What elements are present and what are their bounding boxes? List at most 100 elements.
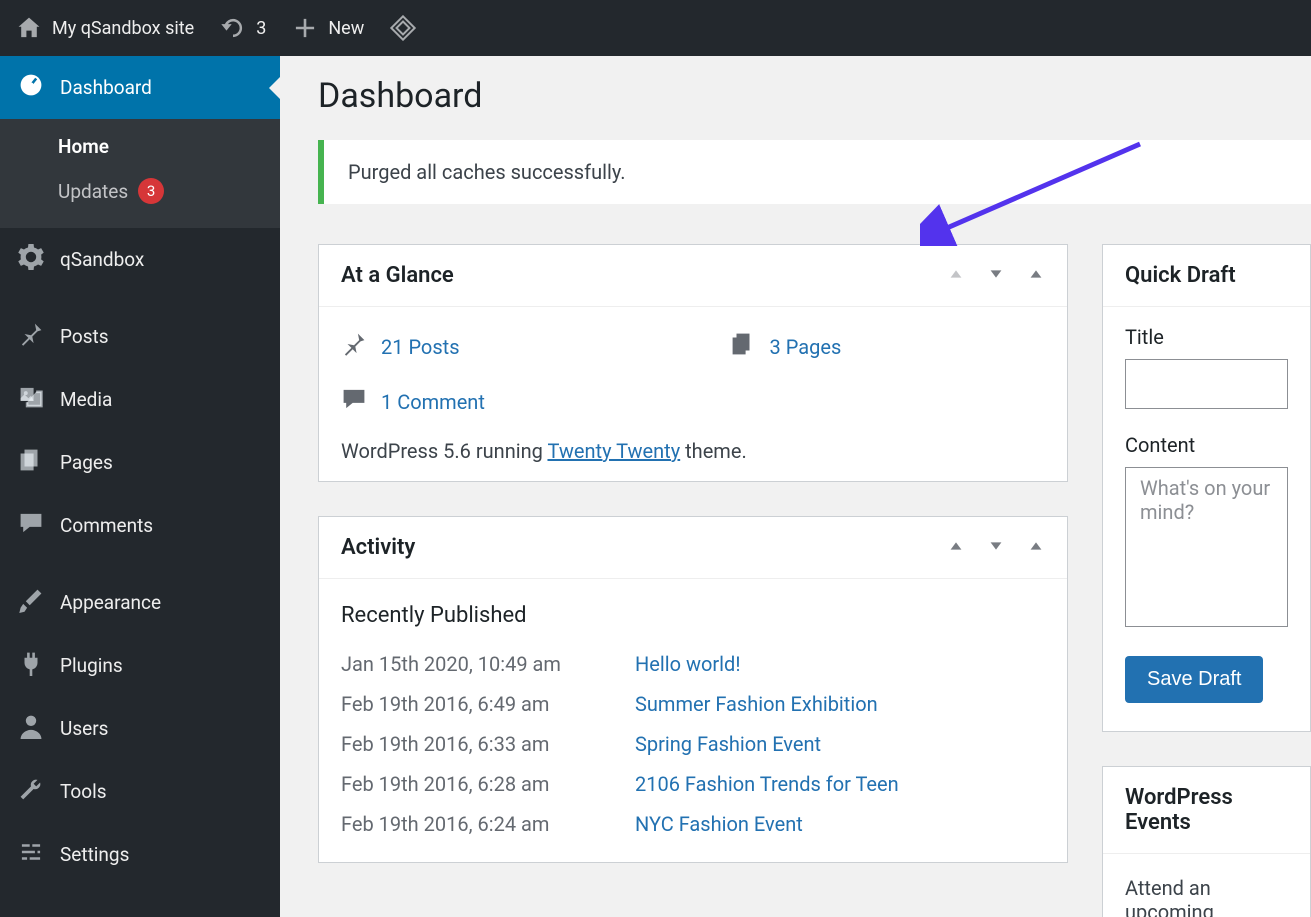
brush-icon bbox=[18, 587, 44, 618]
events-text: Attend an upcoming bbox=[1125, 872, 1288, 917]
widget-quick-draft: Quick Draft Title Content Save Draft bbox=[1102, 244, 1311, 732]
sidebar-item-label: Pages bbox=[60, 451, 113, 474]
sidebar-item-plugins[interactable]: Plugins bbox=[0, 634, 280, 697]
user-icon bbox=[18, 713, 44, 744]
dashboard-icon bbox=[18, 72, 44, 103]
toolbar-new-label: New bbox=[328, 18, 364, 39]
sidebar-item-label: Posts bbox=[60, 325, 109, 348]
sidebar-item-label: Media bbox=[60, 388, 112, 411]
widget-activity: Activity Recently Published Jan 15th 202… bbox=[318, 516, 1068, 863]
plug-icon bbox=[18, 650, 44, 681]
move-up-icon[interactable] bbox=[947, 537, 965, 559]
plus-icon bbox=[292, 15, 318, 41]
wrench-icon bbox=[18, 776, 44, 807]
sidebar-item-pages[interactable]: Pages bbox=[0, 431, 280, 494]
activity-row: Jan 15th 2020, 10:49 am Hello world! bbox=[341, 644, 1045, 684]
admin-toolbar: My qSandbox site 3 New bbox=[0, 0, 1311, 56]
activity-subtitle: Recently Published bbox=[341, 597, 1045, 644]
sidebar-item-label: Users bbox=[60, 717, 108, 740]
toggle-icon[interactable] bbox=[1027, 537, 1045, 559]
sidebar-item-label: Tools bbox=[60, 780, 107, 803]
toolbar-plugin-icon[interactable] bbox=[390, 15, 416, 41]
draft-content-textarea[interactable] bbox=[1125, 467, 1288, 627]
activity-link[interactable]: Summer Fashion Exhibition bbox=[635, 692, 878, 716]
activity-link[interactable]: NYC Fashion Event bbox=[635, 812, 803, 836]
activity-row: Feb 19th 2016, 6:49 am Summer Fashion Ex… bbox=[341, 684, 1045, 724]
activity-link[interactable]: 2106 Fashion Trends for Teen bbox=[635, 772, 899, 796]
admin-sidebar: Dashboard Home Updates 3 qSandbox Posts bbox=[0, 56, 280, 917]
move-down-icon[interactable] bbox=[987, 537, 1005, 559]
success-notice: Purged all caches successfully. bbox=[318, 140, 1311, 204]
activity-date: Feb 19th 2016, 6:33 am bbox=[341, 732, 611, 756]
glance-posts[interactable]: 21 Posts bbox=[341, 331, 460, 362]
move-up-icon[interactable] bbox=[947, 265, 965, 287]
save-draft-button[interactable]: Save Draft bbox=[1125, 656, 1263, 703]
sidebar-item-label: Plugins bbox=[60, 654, 123, 677]
sidebar-sub-home[interactable]: Home bbox=[0, 125, 280, 168]
move-down-icon[interactable] bbox=[987, 265, 1005, 287]
title-label: Title bbox=[1125, 325, 1288, 349]
diamond-icon bbox=[390, 15, 416, 41]
sidebar-item-label: qSandbox bbox=[60, 248, 144, 271]
toolbar-updates-count: 3 bbox=[256, 18, 266, 39]
sidebar-item-media[interactable]: Media bbox=[0, 368, 280, 431]
dashboard-submenu: Home Updates 3 bbox=[0, 119, 280, 228]
media-icon bbox=[18, 384, 44, 415]
wordpress-version-line: WordPress 5.6 running Twenty Twenty them… bbox=[341, 417, 1045, 463]
pages-icon bbox=[730, 331, 756, 362]
theme-link[interactable]: Twenty Twenty bbox=[547, 439, 680, 463]
comment-icon bbox=[18, 510, 44, 541]
widget-title: At a Glance bbox=[341, 263, 454, 288]
activity-link[interactable]: Spring Fashion Event bbox=[635, 732, 821, 756]
updates-badge: 3 bbox=[138, 178, 164, 204]
activity-link[interactable]: Hello world! bbox=[635, 652, 740, 676]
sidebar-item-posts[interactable]: Posts bbox=[0, 305, 280, 368]
sidebar-item-label: Comments bbox=[60, 514, 153, 537]
sidebar-item-label: Settings bbox=[60, 843, 129, 866]
pages-icon bbox=[18, 447, 44, 478]
toolbar-new[interactable]: New bbox=[292, 15, 364, 41]
main-content: Dashboard Purged all caches successfully… bbox=[280, 56, 1311, 917]
sidebar-item-users[interactable]: Users bbox=[0, 697, 280, 760]
widget-events: WordPress Events Attend an upcoming bbox=[1102, 766, 1311, 917]
sidebar-item-dashboard-label: Dashboard bbox=[60, 76, 152, 99]
pin-icon bbox=[341, 331, 367, 362]
toolbar-sitename-label: My qSandbox site bbox=[52, 18, 194, 39]
activity-date: Jan 15th 2020, 10:49 am bbox=[341, 652, 611, 676]
activity-row: Feb 19th 2016, 6:28 am 2106 Fashion Tren… bbox=[341, 764, 1045, 804]
glance-comments[interactable]: 1 Comment bbox=[341, 386, 1045, 417]
widget-title: Activity bbox=[341, 535, 415, 560]
widget-title: Quick Draft bbox=[1125, 263, 1236, 288]
activity-date: Feb 19th 2016, 6:28 am bbox=[341, 772, 611, 796]
sidebar-item-qsandbox[interactable]: qSandbox bbox=[0, 228, 280, 291]
widget-at-a-glance: At a Glance 21 Posts bbox=[318, 244, 1068, 482]
widget-title: WordPress Events bbox=[1125, 785, 1288, 835]
comment-icon bbox=[341, 386, 367, 417]
sidebar-item-tools[interactable]: Tools bbox=[0, 760, 280, 823]
pin-icon bbox=[18, 321, 44, 352]
activity-row: Feb 19th 2016, 6:33 am Spring Fashion Ev… bbox=[341, 724, 1045, 764]
content-label: Content bbox=[1125, 433, 1288, 457]
sidebar-item-comments[interactable]: Comments bbox=[0, 494, 280, 557]
widget-order-controls bbox=[947, 537, 1045, 559]
sidebar-item-label: Appearance bbox=[60, 591, 161, 614]
sidebar-item-appearance[interactable]: Appearance bbox=[0, 571, 280, 634]
toggle-icon[interactable] bbox=[1027, 265, 1045, 287]
activity-row: Feb 19th 2016, 6:24 am NYC Fashion Event bbox=[341, 804, 1045, 844]
toolbar-updates[interactable]: 3 bbox=[220, 15, 266, 41]
sidebar-sub-updates[interactable]: Updates 3 bbox=[0, 168, 280, 214]
sliders-icon bbox=[18, 839, 44, 870]
gear-icon bbox=[18, 244, 44, 275]
home-icon bbox=[16, 15, 42, 41]
activity-date: Feb 19th 2016, 6:24 am bbox=[341, 812, 611, 836]
toolbar-sitename[interactable]: My qSandbox site bbox=[16, 15, 194, 41]
sidebar-item-settings[interactable]: Settings bbox=[0, 823, 280, 886]
notice-text: Purged all caches successfully. bbox=[348, 160, 626, 184]
glance-pages[interactable]: 3 Pages bbox=[730, 331, 842, 362]
widget-order-controls bbox=[947, 265, 1045, 287]
activity-date: Feb 19th 2016, 6:49 am bbox=[341, 692, 611, 716]
page-title: Dashboard bbox=[318, 76, 1311, 116]
sidebar-item-dashboard[interactable]: Dashboard bbox=[0, 56, 280, 119]
draft-title-input[interactable] bbox=[1125, 359, 1288, 409]
refresh-icon bbox=[220, 15, 246, 41]
